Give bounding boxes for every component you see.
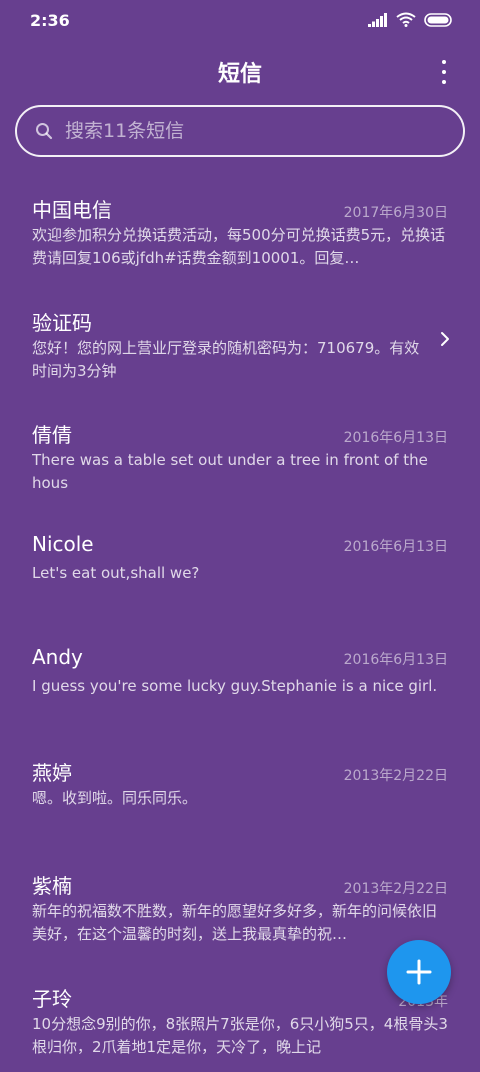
search-input[interactable] — [63, 119, 447, 143]
message-preview: 您好！您的网上营业厅登录的随机密码为：710679。有效时间为3分钟 — [32, 338, 420, 380]
sender-name: Andy — [32, 644, 83, 669]
conversation-item[interactable]: 中国电信 2017年6月30日 欢迎参加积分兑换话费活动，每500分可兑换话费5元… — [0, 170, 480, 283]
message-date: 2017年6月30日 — [343, 205, 448, 221]
message-preview: There was a table set out under a tree i… — [32, 451, 428, 493]
conversation-item[interactable]: 燕婷 2013年2月22日 嗯。收到啦。同乐同乐。 — [0, 733, 480, 846]
chevron-right-icon[interactable] — [440, 331, 450, 347]
sender-name: 紫楠 — [32, 874, 72, 899]
message-date: 2016年6月13日 — [343, 539, 448, 556]
sender-name: 验证码 — [32, 310, 92, 335]
sender-name: 子玲 — [32, 986, 72, 1011]
message-date: 2016年6月13日 — [343, 651, 448, 668]
signal-icon — [368, 12, 387, 27]
sender-name: 燕婷 — [32, 761, 72, 786]
status-icons — [368, 12, 454, 27]
sender-name: 中国电信 — [32, 198, 112, 222]
message-preview: 新年的祝福数不胜数，新年的愿望好多好多，新年的问候依旧美好，在这个温馨的时刻，送… — [32, 902, 438, 944]
plus-icon — [406, 959, 432, 985]
wifi-icon — [396, 12, 416, 27]
more-vert-icon[interactable] — [434, 58, 454, 86]
conversation-item[interactable]: Nicole 2016年6月13日 Let's eat out,shall we? — [0, 508, 480, 621]
app-header: 短信 — [0, 42, 480, 98]
message-preview: 欢迎参加积分兑换话费活动，每500分可兑换话费5元，兑换话费请回复106或jfd… — [32, 226, 446, 267]
message-preview: I guess you're some lucky guy.Stephanie … — [32, 676, 438, 695]
sender-name: Nicole — [32, 532, 94, 557]
status-time: 2:36 — [30, 11, 70, 30]
search-icon — [36, 123, 53, 140]
conversation-list: 中国电信 2017年6月30日 欢迎参加积分兑换话费活动，每500分可兑换话费5元… — [0, 170, 480, 1072]
message-preview: 10分想念9别的你，8张照片7张是你，6只小狗5只，4根骨头3根归你，2爪着地1… — [32, 1014, 448, 1056]
message-date: 2013年2月22日 — [343, 881, 448, 898]
new-message-button[interactable] — [387, 940, 451, 1004]
message-preview: 嗯。收到啦。同乐同乐。 — [32, 789, 198, 808]
conversation-item[interactable]: 倩倩 2016年6月13日 There was a table set out u… — [0, 395, 480, 508]
status-bar: 2:36 — [0, 0, 480, 42]
message-date: 2013年2月22日 — [343, 768, 448, 785]
conversation-item[interactable]: Andy 2016年6月13日 I guess you're some lucky… — [0, 621, 480, 734]
sender-name: 倩倩 — [32, 423, 72, 448]
message-preview: Let's eat out,shall we? — [32, 564, 200, 583]
page-title: 短信 — [217, 62, 262, 87]
search-bar[interactable] — [15, 105, 465, 157]
conversation-item[interactable]: 验证码 您好！您的网上营业厅登录的随机密码为：710679。有效时间为3分钟 — [0, 283, 480, 396]
battery-icon — [424, 12, 452, 27]
message-date: 2016年6月13日 — [343, 430, 448, 447]
